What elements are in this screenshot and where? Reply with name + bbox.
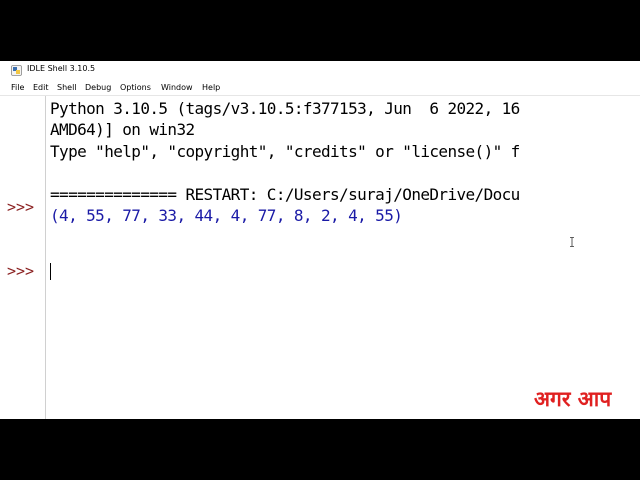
- prompt-marker: >>>: [7, 198, 35, 216]
- title-bar: IDLE Shell 3.10.5: [0, 61, 640, 81]
- text-cursor: [50, 263, 51, 280]
- ibeam-cursor-icon: [570, 237, 574, 247]
- idle-shell-window: IDLE Shell 3.10.5 File Edit Shell Debug …: [0, 61, 640, 419]
- menu-options[interactable]: Options: [120, 83, 151, 92]
- shell-line-version: Python 3.10.5 (tags/v3.10.5:f377153, Jun…: [50, 99, 520, 118]
- menu-window[interactable]: Window: [161, 83, 193, 92]
- window-title: IDLE Shell 3.10.5: [27, 64, 96, 73]
- menu-shell[interactable]: Shell: [57, 83, 77, 92]
- prompt-gutter: >>> >>>: [0, 96, 46, 419]
- shell-line-platform: AMD64)] on win32: [50, 120, 195, 139]
- shell-line-output: (4, 55, 77, 33, 44, 4, 77, 8, 2, 4, 55): [50, 206, 403, 225]
- menu-help[interactable]: Help: [202, 83, 220, 92]
- menu-bar: File Edit Shell Debug Options Window Hel…: [0, 81, 640, 96]
- menu-debug[interactable]: Debug: [85, 83, 111, 92]
- menu-file[interactable]: File: [11, 83, 24, 92]
- menu-edit[interactable]: Edit: [33, 83, 49, 92]
- shell-line-help-hint: Type "help", "copyright", "credits" or "…: [50, 142, 520, 161]
- hindi-overlay-caption: अगर आप: [534, 387, 612, 411]
- shell-line-restart: ============== RESTART: C:/Users/suraj/O…: [50, 185, 520, 204]
- prompt-marker: >>>: [7, 262, 35, 280]
- python-app-icon: [11, 65, 22, 76]
- shell-text-area[interactable]: Python 3.10.5 (tags/v3.10.5:f377153, Jun…: [46, 96, 640, 419]
